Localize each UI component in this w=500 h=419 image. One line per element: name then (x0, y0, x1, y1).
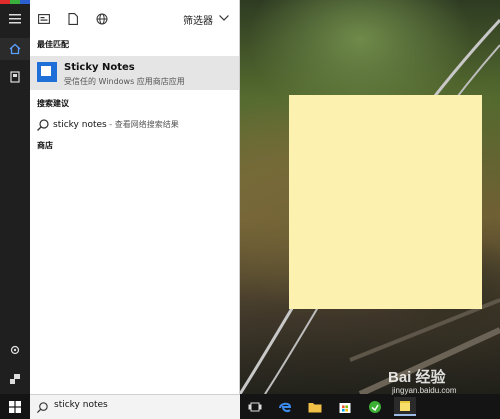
best-match-heading: 最佳匹配 (37, 40, 69, 49)
store-icon[interactable] (334, 397, 356, 416)
sticky-note-window[interactable] (289, 95, 482, 309)
suggestion-suffix: - 查看网络搜索结果 (106, 120, 179, 129)
feedback-icon[interactable] (0, 368, 30, 390)
hamburger-icon[interactable] (0, 8, 30, 30)
web-filter-icon[interactable] (94, 11, 110, 27)
home-icon[interactable] (0, 38, 30, 60)
search-icon (37, 119, 49, 131)
suggestions-heading: 搜索建议 (37, 99, 69, 108)
search-input[interactable] (54, 400, 234, 410)
task-view-icon[interactable] (244, 397, 266, 416)
green-app-icon[interactable] (364, 397, 386, 416)
web-suggestion[interactable]: sticky notes - 查看网络搜索结果 (30, 115, 239, 135)
suggestion-term: sticky notes (53, 120, 107, 130)
filter-label[interactable]: 筛选器 (183, 12, 213, 27)
sticky-notes-app-icon (37, 62, 57, 82)
taskbar-search-box[interactable] (30, 394, 240, 419)
search-icon (36, 402, 48, 414)
color-strip (0, 0, 30, 4)
windows-start-icon[interactable] (0, 394, 30, 419)
start-left-rail (0, 0, 30, 394)
app-description: 受信任的 Windows 应用商店应用 (64, 77, 185, 86)
baidu-watermark: Bai 经验 jingyan.baidu.com (388, 366, 498, 402)
store-heading: 商店 (37, 141, 53, 150)
apps-filter-icon[interactable] (36, 11, 52, 27)
search-results-panel: 筛选器 最佳匹配 Sticky Notes 受信任的 Windows 应用商店应… (30, 0, 240, 394)
settings-icon[interactable] (0, 339, 30, 361)
app-name: Sticky Notes (64, 62, 135, 73)
chevron-down-icon[interactable] (218, 12, 230, 24)
edge-icon[interactable] (274, 397, 296, 416)
watermark-url: jingyan.baidu.com (392, 386, 457, 395)
file-explorer-icon[interactable] (304, 397, 326, 416)
filter-bar: 筛选器 (30, 8, 239, 30)
best-match-result[interactable]: Sticky Notes 受信任的 Windows 应用商店应用 (30, 56, 239, 90)
documents-filter-icon[interactable] (65, 11, 81, 27)
watermark-text: Bai 经验 (388, 369, 446, 386)
notebook-icon[interactable] (0, 66, 30, 88)
